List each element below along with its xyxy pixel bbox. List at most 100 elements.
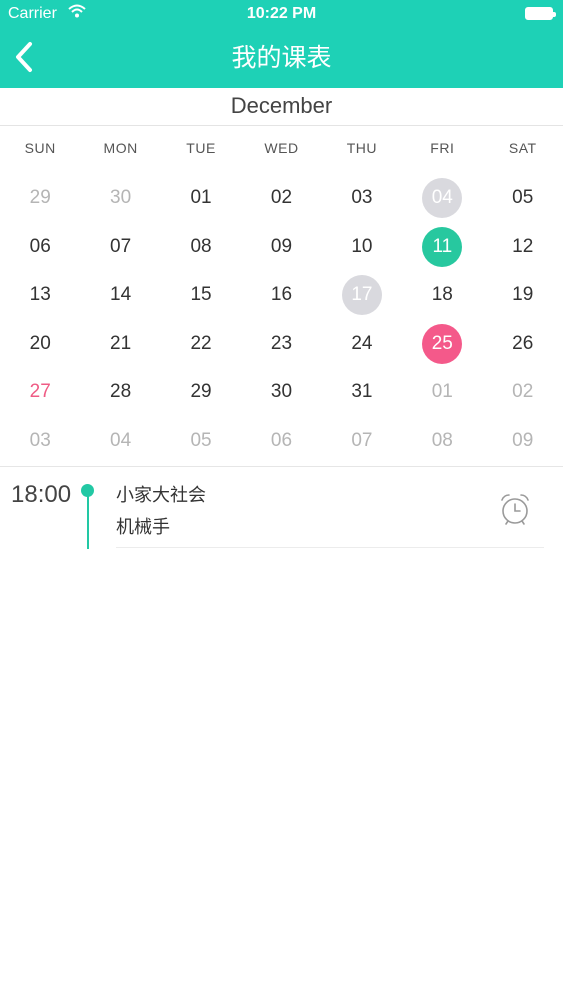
calendar-day-number: 25 — [422, 323, 463, 364]
calendar-day[interactable]: 08 — [402, 417, 482, 466]
calendar-day[interactable]: 18 — [402, 271, 482, 320]
calendar-day-number: 28 — [110, 381, 132, 402]
calendar-day[interactable]: 03 — [322, 174, 402, 223]
calendar-day[interactable]: 14 — [80, 271, 160, 320]
calendar-day-number: 17 — [341, 275, 382, 315]
event-title: 小家大社会 — [116, 485, 206, 506]
calendar-day-number: 02 — [270, 187, 293, 208]
weekday-label: SAT — [508, 140, 537, 156]
calendar-week-row: 29 30 01 02 03 04 05 — [0, 174, 563, 223]
calendar-day[interactable]: 01 — [161, 174, 241, 223]
calendar-day-number: 22 — [190, 332, 212, 354]
calendar-day[interactable]: 25 — [402, 320, 482, 369]
calendar-day-number: 19 — [512, 284, 534, 305]
calendar-day-number: 07 — [351, 429, 373, 451]
calendar-day[interactable]: 17 — [322, 271, 402, 320]
weekday-header: SUN MON TUE WED THU FRI SAT — [0, 140, 563, 160]
calendar-day[interactable]: 06 — [0, 223, 80, 272]
calendar-day[interactable]: 31 — [322, 368, 402, 417]
page-title: 我的课表 — [231, 43, 332, 72]
calendar-day-number: 09 — [512, 429, 534, 451]
calendar-week-row: 03 04 05 06 07 08 09 — [0, 417, 563, 466]
calendar-day[interactable]: 12 — [483, 223, 563, 272]
calendar-day-number: 30 — [110, 187, 132, 208]
calendar-day-number: 03 — [351, 187, 373, 208]
calendar-day[interactable]: 07 — [322, 417, 402, 466]
calendar-day-number: 18 — [431, 284, 453, 305]
calendar-day[interactable]: 15 — [161, 271, 241, 320]
calendar-day[interactable]: 02 — [241, 174, 321, 223]
calendar-day[interactable]: 19 — [483, 271, 563, 320]
timeline-line — [87, 495, 89, 549]
month-label: December — [230, 93, 333, 118]
event-time: 18:00 — [11, 481, 72, 508]
calendar-day[interactable]: 01 — [402, 368, 482, 417]
weekday-label: THU — [346, 140, 378, 156]
calendar-day-number: 05 — [512, 187, 534, 208]
calendar-day[interactable]: 26 — [483, 320, 563, 369]
calendar-day[interactable]: 09 — [483, 417, 563, 466]
calendar-day[interactable]: 11 — [402, 223, 482, 272]
calendar-day[interactable]: 24 — [322, 320, 402, 369]
status-bar: Carrier 10:22 PM — [0, 0, 563, 30]
calendar-week-row: 27 28 29 30 31 01 02 — [0, 368, 563, 417]
calendar-day[interactable]: 29 — [161, 368, 241, 417]
calendar-day-number: 27 — [29, 381, 51, 402]
calendar-day[interactable]: 21 — [80, 320, 160, 369]
calendar-day[interactable]: 13 — [0, 271, 80, 320]
calendar-day-number: 16 — [270, 284, 293, 305]
schedule-item[interactable]: 18:00 小家大社会 机械手 — [0, 467, 563, 551]
calendar-day[interactable]: 09 — [241, 223, 321, 272]
calendar-day[interactable]: 05 — [483, 174, 563, 223]
calendar-day[interactable]: 10 — [322, 223, 402, 272]
calendar-day[interactable]: 03 — [0, 417, 80, 466]
calendar-day-number: 08 — [431, 429, 453, 451]
alarm-clock-icon[interactable] — [497, 491, 533, 527]
calendar-day[interactable]: 04 — [80, 417, 160, 466]
calendar-day-number: 11 — [422, 226, 463, 267]
calendar-day-number: 20 — [29, 332, 51, 354]
weekday-label: WED — [264, 140, 299, 156]
header-wave — [0, 76, 563, 85]
calendar-day[interactable]: 02 — [483, 368, 563, 417]
calendar-day-number: 26 — [512, 332, 534, 354]
event-subtitle: 机械手 — [116, 517, 170, 538]
calendar-day[interactable]: 04 — [402, 174, 482, 223]
calendar-day-number: 24 — [351, 332, 373, 354]
calendar-day[interactable]: 29 — [0, 174, 80, 223]
weekday-label: MON — [103, 140, 138, 156]
calendar-day-number: 04 — [422, 178, 463, 218]
calendar-day[interactable]: 30 — [80, 174, 160, 223]
calendar-day-number: 15 — [190, 284, 212, 305]
calendar-day-number: 23 — [270, 332, 293, 354]
weekday-label: TUE — [186, 140, 216, 156]
calendar-day-number: 29 — [190, 381, 212, 402]
calendar-week-row: 20 21 22 23 24 25 26 — [0, 320, 563, 369]
battery-icon — [525, 7, 556, 20]
calendar-day[interactable]: 05 — [161, 417, 241, 466]
calendar-day-number: 08 — [190, 235, 212, 257]
calendar-day[interactable]: 22 — [161, 320, 241, 369]
calendar-day[interactable]: 20 — [0, 320, 80, 369]
calendar-day-number: 10 — [351, 235, 373, 257]
calendar-day[interactable]: 08 — [161, 223, 241, 272]
calendar-day-number: 03 — [29, 429, 51, 451]
calendar-day[interactable]: 23 — [241, 320, 321, 369]
calendar-day-number: 01 — [431, 381, 453, 402]
calendar-day-number: 09 — [270, 235, 293, 257]
divider — [116, 547, 544, 548]
calendar-day[interactable]: 30 — [241, 368, 321, 417]
nav-bar: Carrier 10:22 PM 我的课表 — [0, 0, 563, 88]
calendar-day-number: 04 — [110, 429, 132, 451]
calendar-day-number: 31 — [351, 381, 373, 402]
calendar-week-row: 06 07 08 09 10 11 12 — [0, 223, 563, 272]
calendar-day[interactable]: 06 — [241, 417, 321, 466]
calendar-day-number: 21 — [110, 332, 132, 354]
calendar-day-number: 29 — [29, 187, 51, 208]
calendar-day[interactable]: 16 — [241, 271, 321, 320]
calendar-day[interactable]: 07 — [80, 223, 160, 272]
calendar-day-number: 30 — [270, 381, 293, 402]
calendar-day-number: 06 — [270, 429, 293, 451]
calendar-day[interactable]: 28 — [80, 368, 160, 417]
calendar-day[interactable]: 27 — [0, 368, 80, 417]
